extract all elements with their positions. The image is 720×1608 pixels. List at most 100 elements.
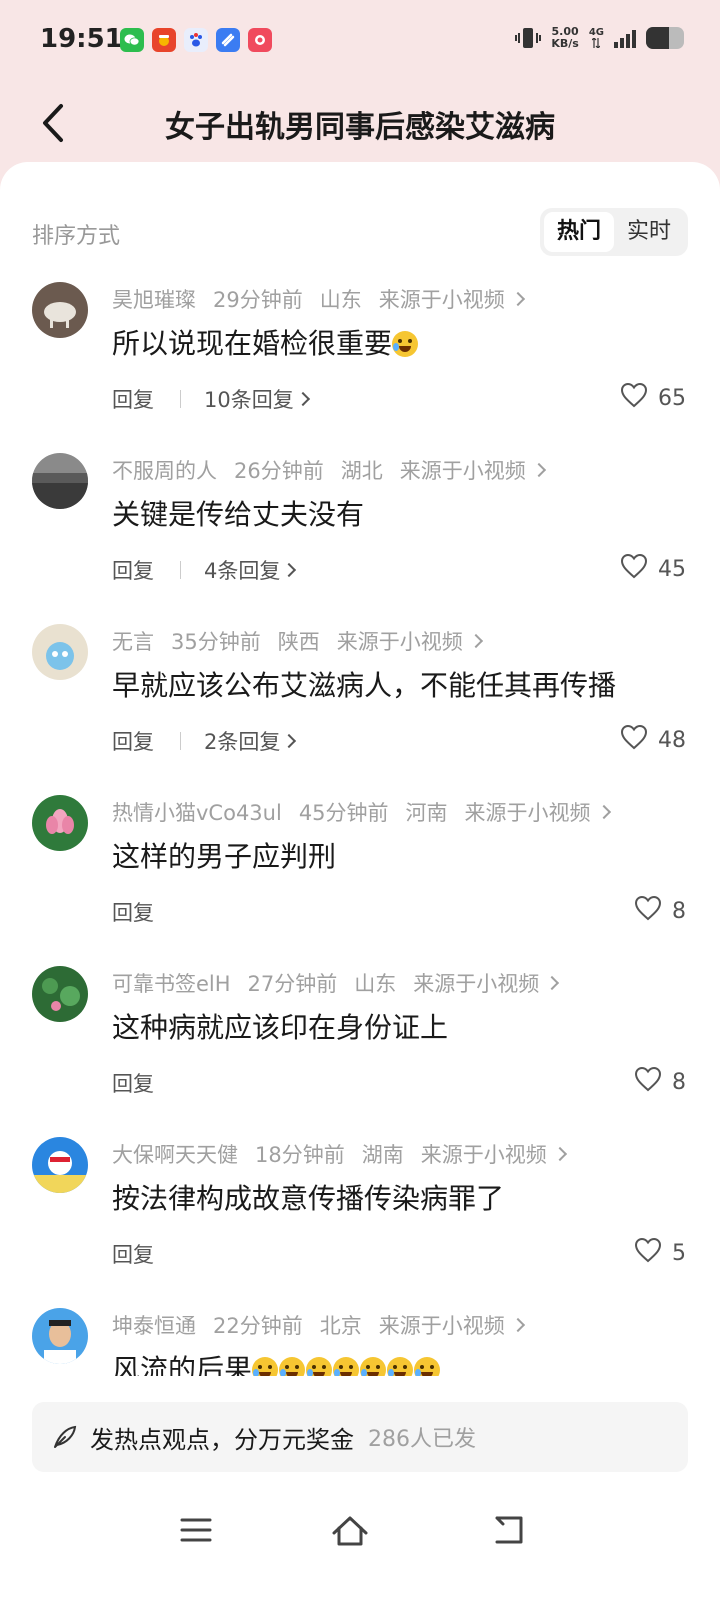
system-nav-bar xyxy=(0,1492,720,1568)
comment-actions: 回复 5 xyxy=(112,1237,686,1269)
laugh-cry-emoji-icon xyxy=(306,1357,333,1376)
comment-source-link[interactable]: 来源于小视频 xyxy=(379,1310,505,1340)
sort-option-hot[interactable]: 热门 xyxy=(544,212,614,252)
comment-source-link[interactable]: 来源于小视频 xyxy=(337,626,463,656)
app-icon-red xyxy=(152,28,176,52)
like-button[interactable]: 48 xyxy=(620,724,686,756)
reply-button[interactable]: 回复 xyxy=(112,726,154,756)
tear xyxy=(253,1369,260,1376)
user-avatar[interactable] xyxy=(32,795,88,851)
comment-meta: 不服周的人 26分钟前 湖北 来源于小视频 xyxy=(112,455,690,485)
comment-location: 河南 xyxy=(405,801,448,825)
reply-button[interactable]: 回复 xyxy=(112,1239,154,1269)
browser-icon xyxy=(216,28,240,52)
battery-level xyxy=(646,27,669,49)
comment-source-link[interactable]: 来源于小视频 xyxy=(379,284,505,314)
like-count: 65 xyxy=(658,385,686,411)
username[interactable]: 昊旭璀璨 xyxy=(112,284,196,314)
comment-source-link[interactable]: 来源于小视频 xyxy=(421,1139,547,1169)
chevron-right-icon xyxy=(295,391,310,407)
divider xyxy=(180,390,181,408)
comment-item: 无言 35分钟前 陕西 来源于小视频 早就应该公布艾滋病人，不能任其再传播 回复 2条回复 4… xyxy=(0,622,720,793)
comment-text: 所以说现在婚检很重要 xyxy=(112,322,696,362)
chevron-right-icon xyxy=(552,1146,567,1162)
username[interactable]: 大保啊天天健 xyxy=(112,1139,238,1169)
comment-location: 陕西 xyxy=(277,630,320,654)
laugh-cry-emoji-icon xyxy=(252,1357,279,1376)
network-type: 4G xyxy=(589,28,604,48)
laugh-cry-emoji-icon xyxy=(279,1357,306,1376)
sort-option-latest[interactable]: 实时 xyxy=(614,212,684,252)
comment-time: 18分钟前 xyxy=(255,1143,345,1167)
comment-time: 45分钟前 xyxy=(298,801,389,825)
chevron-right-icon xyxy=(510,1317,525,1333)
comment-meta: 昊旭璀璨 29分钟前 山东 来源于小视频 xyxy=(112,284,690,314)
comment-time: 27分钟前 xyxy=(247,972,338,996)
status-bar: 19:51 5.00 KB/s 4G xyxy=(0,0,720,84)
chevron-right-icon xyxy=(282,733,297,749)
reply-button[interactable]: 回复 xyxy=(112,1068,154,1098)
comment-meta: 无言 35分钟前 陕西 来源于小视频 xyxy=(112,626,690,656)
view-replies-button[interactable]: 4条回复 xyxy=(204,555,297,585)
post-opinion-bar[interactable]: 发热点观点，分万元奖金 286人已发 xyxy=(32,1402,688,1472)
comment-source-link[interactable]: 来源于小视频 xyxy=(413,968,539,998)
user-avatar[interactable] xyxy=(32,966,88,1022)
comment-list: 昊旭璀璨 29分钟前 山东 来源于小视频 所以说现在婚检很重要 回复 10条回复 65 不服周的… xyxy=(0,280,720,1376)
comment-text: 这样的男子应判刑 xyxy=(112,835,696,875)
tear xyxy=(393,343,400,351)
signal-icon xyxy=(614,28,636,48)
comment-time: 26分钟前 xyxy=(234,459,324,483)
user-avatar[interactable] xyxy=(32,624,88,680)
reply-count-label: 2条回复 xyxy=(204,730,281,754)
comment-location: 北京 xyxy=(319,1314,362,1338)
laugh-cry-emoji-icon xyxy=(414,1357,441,1376)
comment-item: 昊旭璀璨 29分钟前 山东 来源于小视频 所以说现在婚检很重要 回复 10条回复 65 xyxy=(0,280,720,451)
comment-text: 早就应该公布艾滋病人，不能任其再传播 xyxy=(112,664,696,704)
like-button[interactable]: 5 xyxy=(634,1237,686,1269)
user-avatar[interactable] xyxy=(32,1137,88,1193)
username[interactable]: 不服周的人 xyxy=(112,455,217,485)
menu-icon[interactable] xyxy=(174,1510,218,1550)
comment-meta: 可靠书签elH 27分钟前 山东 来源于小视频 xyxy=(112,968,690,998)
comment-source-link[interactable]: 来源于小视频 xyxy=(465,797,591,827)
comment-body: 这种病就应该印在身份证上 xyxy=(112,1011,449,1044)
laugh-cry-emoji-icon xyxy=(360,1357,387,1376)
heart-icon xyxy=(634,1066,662,1098)
home-icon[interactable] xyxy=(328,1510,372,1550)
wechat-icon xyxy=(120,28,144,52)
baidu-icon xyxy=(184,28,208,52)
comment-item: 可靠书签elH 27分钟前 山东 来源于小视频 这种病就应该印在身份证上 回复 8 xyxy=(0,964,720,1135)
comment-text: 风流的后果 xyxy=(112,1348,696,1376)
username[interactable]: 可靠书签elH xyxy=(112,968,231,998)
username[interactable]: 热情小猫vCo43ul xyxy=(112,797,282,827)
username[interactable]: 坤泰恒通 xyxy=(112,1310,196,1340)
reply-button[interactable]: 回复 xyxy=(112,384,154,414)
user-avatar[interactable] xyxy=(32,453,88,509)
comment-meta: 大保啊天天健 18分钟前 湖南 来源于小视频 xyxy=(112,1139,690,1169)
view-replies-button[interactable]: 2条回复 xyxy=(204,726,297,756)
comment-source-link[interactable]: 来源于小视频 xyxy=(400,455,526,485)
user-avatar[interactable] xyxy=(32,1308,88,1364)
like-count: 8 xyxy=(672,898,686,924)
user-avatar[interactable] xyxy=(32,282,88,338)
comment-item: 热情小猫vCo43ul 45分钟前 河南 来源于小视频这样的男子应判刑回复 8 xyxy=(0,793,720,964)
heart-icon xyxy=(634,1237,662,1269)
like-count: 45 xyxy=(658,556,686,582)
page-header: 女子出轨男同事后感染艾滋病 xyxy=(0,84,720,162)
reply-button[interactable]: 回复 xyxy=(112,897,154,927)
like-button[interactable]: 45 xyxy=(620,553,686,585)
like-button[interactable]: 8 xyxy=(634,1066,686,1098)
divider xyxy=(180,561,181,579)
reply-button[interactable]: 回复 xyxy=(112,555,154,585)
comment-body: 早就应该公布艾滋病人，不能任其再传播 xyxy=(112,669,617,702)
back-icon[interactable] xyxy=(486,1510,530,1550)
page-title: 女子出轨男同事后感染艾滋病 xyxy=(165,110,555,145)
like-button[interactable]: 65 xyxy=(620,382,686,414)
like-button[interactable]: 8 xyxy=(634,895,686,927)
like-count: 8 xyxy=(672,1069,686,1095)
comment-meta: 坤泰恒通 22分钟前 北京 来源于小视频 xyxy=(112,1310,690,1340)
comment-time: 29分钟前 xyxy=(213,288,303,312)
username[interactable]: 无言 xyxy=(112,626,154,656)
view-replies-button[interactable]: 10条回复 xyxy=(204,384,310,414)
status-time: 19:51 xyxy=(40,24,123,54)
